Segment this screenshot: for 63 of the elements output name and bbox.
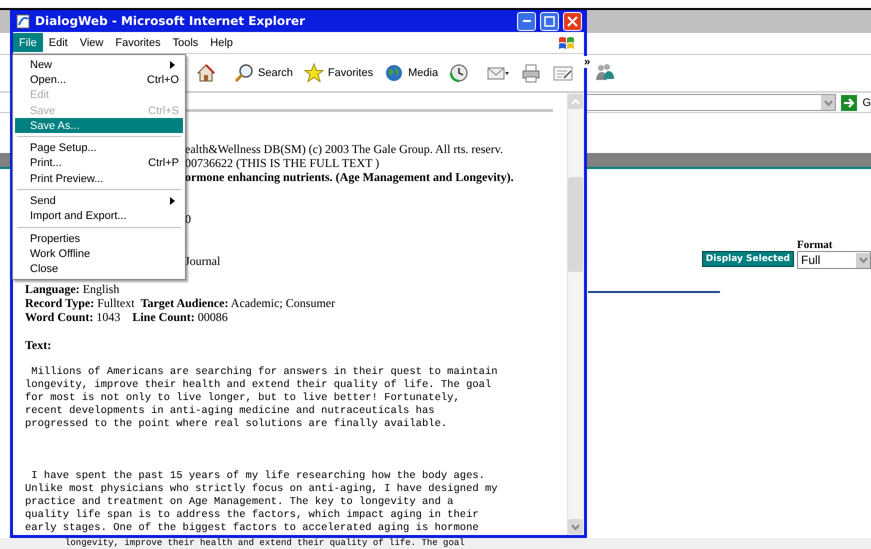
printer-icon (520, 62, 542, 84)
menu-item[interactable]: Save As... (15, 118, 183, 134)
menu-item[interactable]: Properties (15, 230, 183, 246)
more-tools-button[interactable]: » (582, 56, 592, 68)
go-label[interactable]: G (862, 96, 871, 108)
menu-item[interactable]: File (13, 33, 43, 52)
menu-item[interactable]: Close (15, 262, 183, 277)
minimize-icon (522, 20, 530, 22)
text-line: recent developments in anti-aging medicine and nutraceuticals has (25, 405, 435, 417)
record-text: 00736622 (THIS IS THE FULL TEXT ) (185, 156, 380, 170)
menu-item[interactable]: View (74, 33, 110, 52)
text-line: longevity, improve their health and extend their quality of life. The goal (65, 538, 466, 549)
record-text: Journal (185, 254, 220, 268)
text-line: I have spent the past 15 years of my life researching how the body ages. (30, 470, 485, 482)
dropdown-button[interactable] (821, 95, 836, 110)
menu-item[interactable]: Edit (42, 33, 74, 52)
menu-item[interactable]: Print Preview... (15, 171, 183, 186)
menu-item[interactable]: Send (15, 193, 183, 209)
maximize-button[interactable] (540, 12, 559, 30)
menu-item[interactable]: Import and Export... (15, 208, 183, 224)
media-button[interactable]: Media (381, 62, 440, 84)
menu-item[interactable]: Help (204, 33, 239, 52)
search-button[interactable]: Search (231, 62, 295, 84)
text-line: progressed to the point where real solutions are finally available. (25, 418, 448, 430)
record-text: Text: (25, 338, 52, 352)
text-line: Unlike most physicians who strictly focus on anti-aging, I have designed my (25, 483, 498, 495)
record-text: ormone enhancing nutrients. (Age Management and Longevity). (185, 170, 514, 184)
display-selected-button[interactable]: Display Selected (702, 251, 794, 267)
record-text: Language: English (25, 282, 120, 296)
submenu-arrow-icon (170, 60, 175, 69)
search-icon (233, 62, 255, 84)
close-icon (567, 16, 578, 26)
text-line: longevity, improve their health and extend their quality of life. The goal (25, 379, 492, 391)
record-text: Record Type: Fulltext Target Audience: Academic; Consumer (25, 296, 336, 310)
history-icon (448, 62, 470, 84)
address-field[interactable] (584, 94, 836, 111)
house-icon (195, 62, 217, 84)
menu-item[interactable]: Favorites (109, 33, 167, 52)
menu-item[interactable]: New (15, 57, 183, 72)
menu-item[interactable]: Open... Ctrl+O (15, 72, 183, 88)
ie-logo-icon (15, 13, 31, 29)
text-line: practice and treatment on Age Management. The key to longevity and a (25, 496, 454, 508)
scroll-thumb[interactable] (568, 176, 583, 272)
menu-item[interactable]: Work Offline (15, 246, 183, 262)
text-line: quality life span is to address the factors, which impact aging in their (25, 509, 479, 521)
menu-item[interactable]: Tools (166, 33, 204, 52)
record-text: ealth&Wellness DB(SM) (c) 2003 The Gale Group. All rts. reserv. (185, 142, 503, 156)
scrollbar[interactable] (567, 93, 584, 535)
text-line: early stages. One of the biggest factors to accelerated aging is hormone (25, 522, 479, 534)
star-icon (302, 62, 325, 84)
text-line: Millions of Americans are searching for answers in their quest to maintain (30, 366, 498, 378)
format-select[interactable]: Full (797, 251, 871, 269)
menu-item[interactable]: Print... Ctrl+P (15, 156, 183, 172)
menu-item[interactable]: Page Setup... (15, 140, 183, 156)
window-title: DialogWeb - Microsoft Internet Explorer (35, 14, 306, 28)
text-line: for most is not only to live longer, but to live better! Fortunately, (25, 392, 460, 404)
favorites-button[interactable]: Favorites (300, 62, 376, 84)
close-button[interactable] (563, 12, 582, 30)
maximize-icon (544, 16, 555, 26)
submenu-arrow-icon (170, 197, 175, 206)
minimize-button[interactable] (517, 12, 536, 30)
record-text: Word Count: 1043 Line Count: 00086 (25, 310, 228, 324)
format-label: Format (797, 239, 834, 251)
